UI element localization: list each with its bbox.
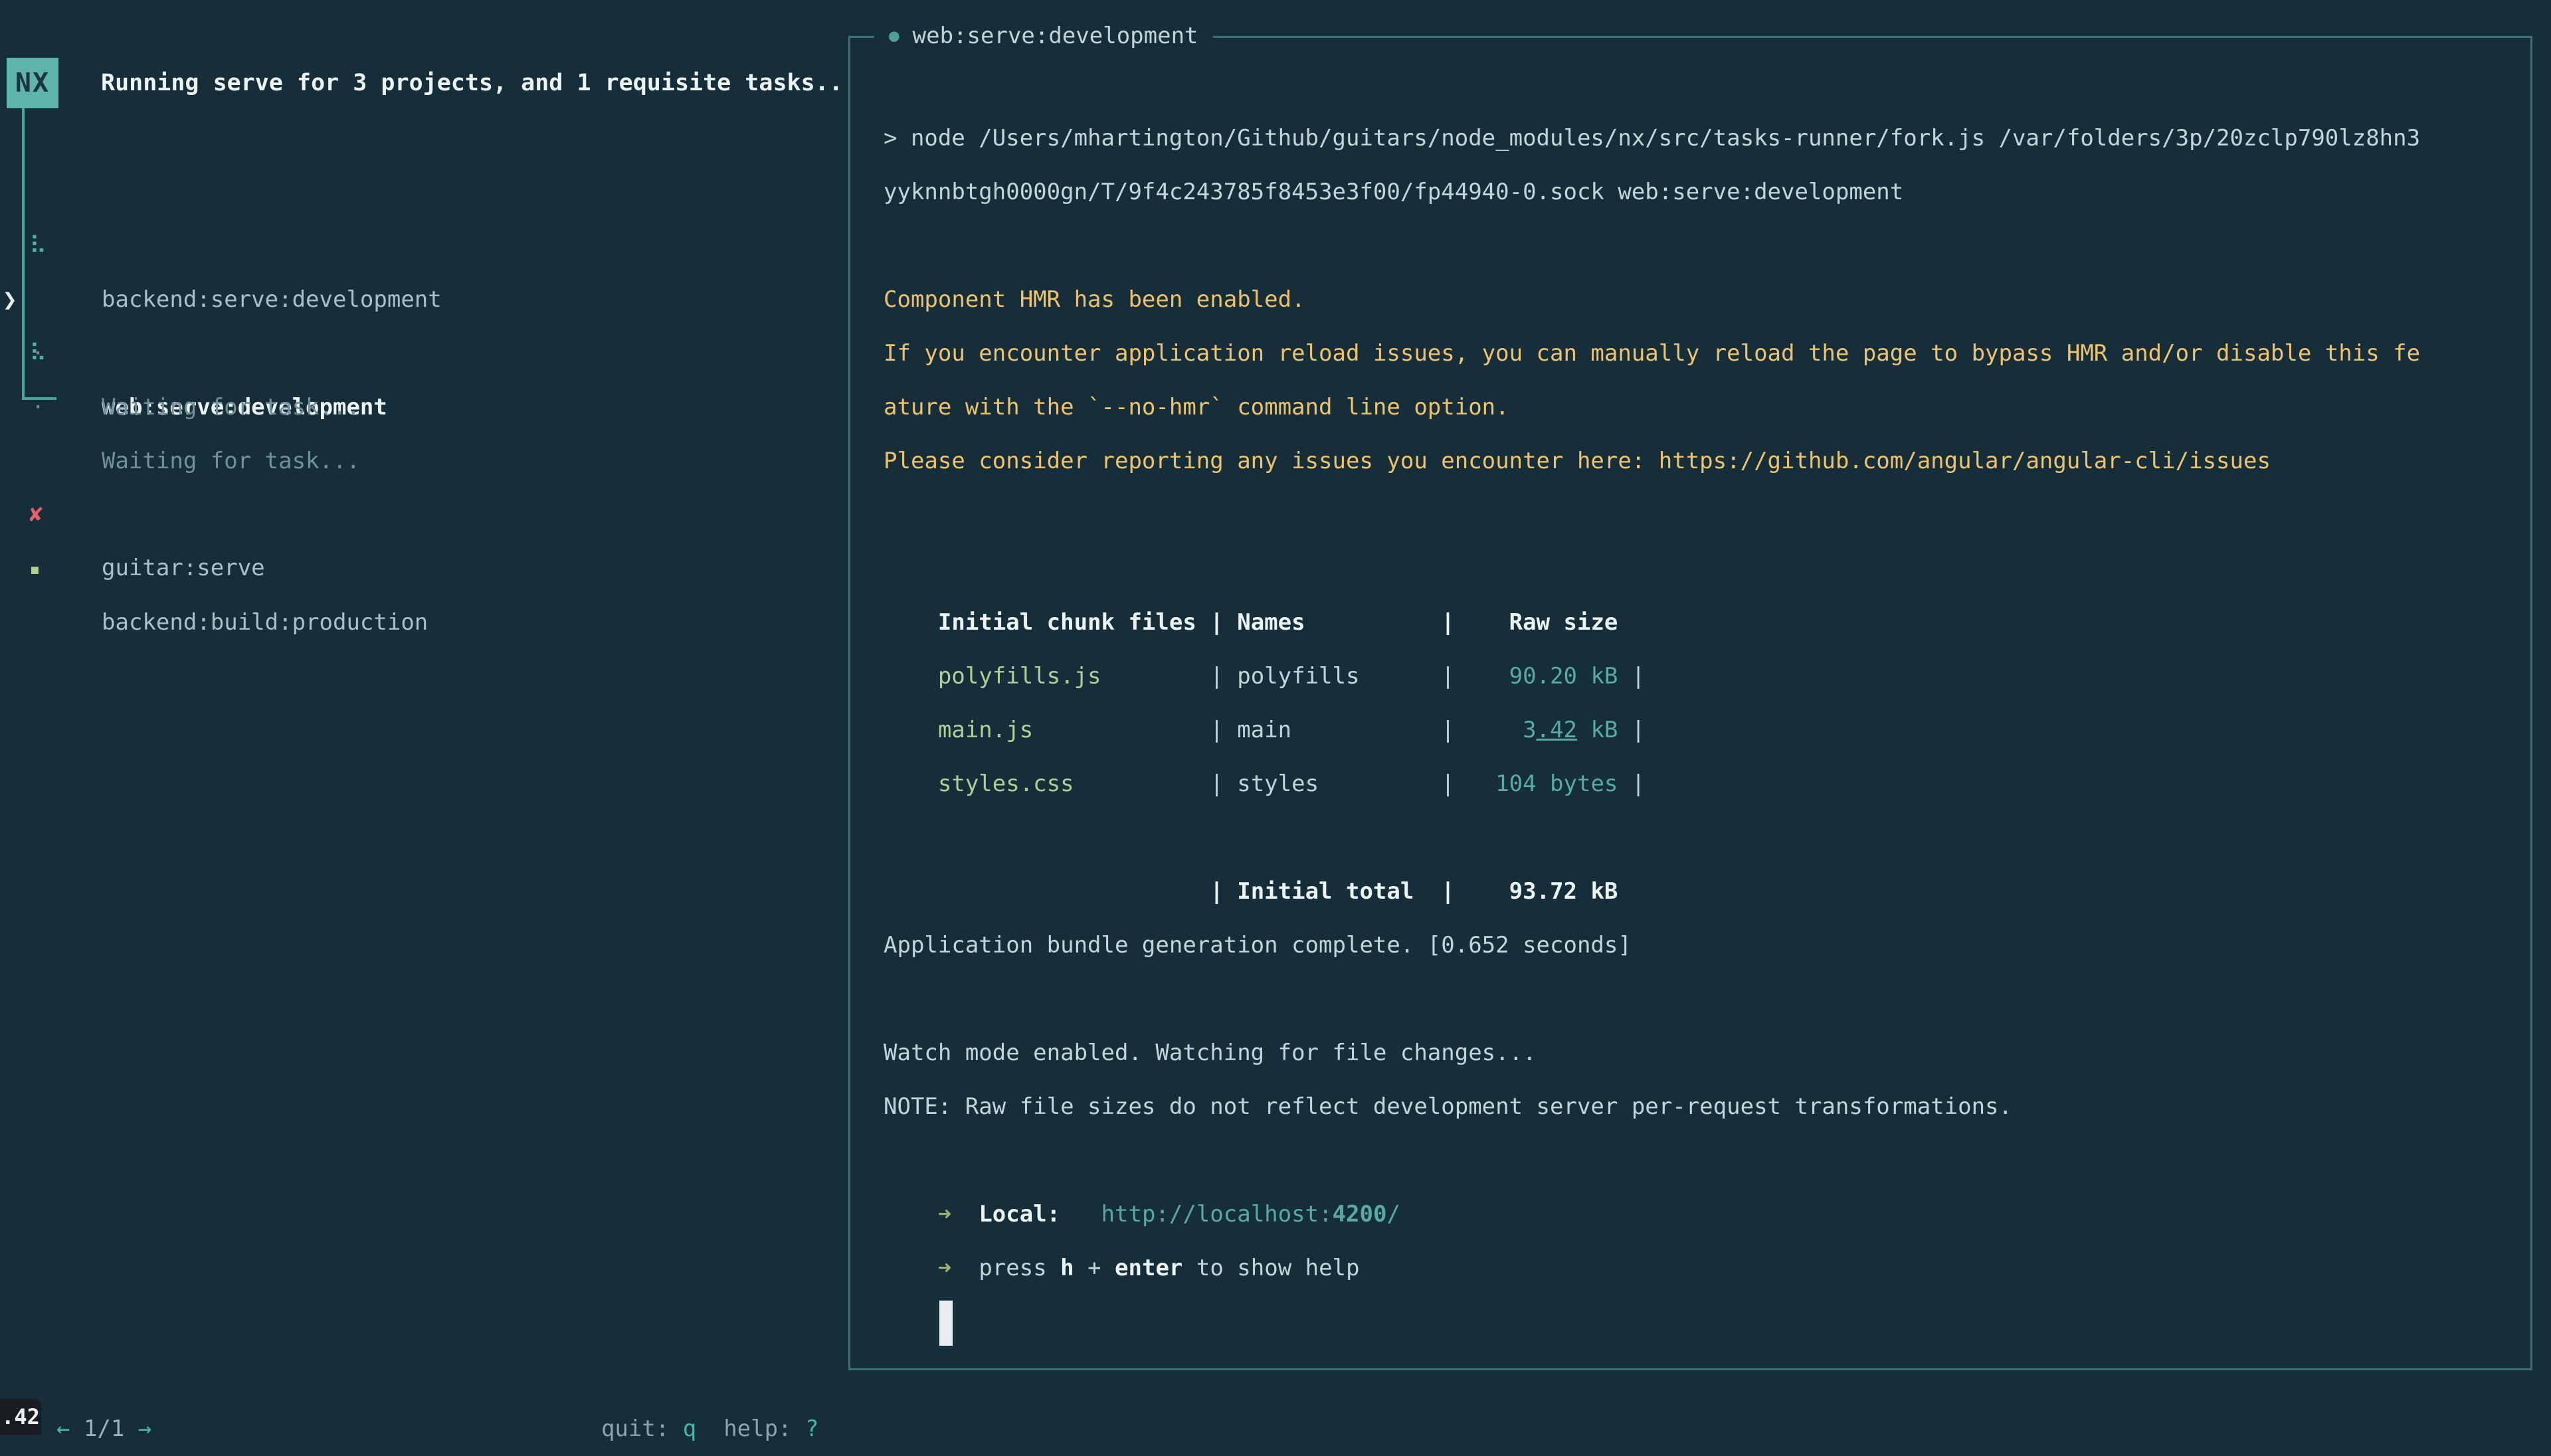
task-row-web-serve-selected[interactable]: ❯ ⠧ web:serve:development bbox=[0, 219, 844, 273]
chunk-name: polyfills bbox=[1224, 650, 1442, 703]
table-pipe: | bbox=[1210, 717, 1223, 743]
chunk-name: styles bbox=[1224, 757, 1442, 811]
url-suffix: / bbox=[1386, 1201, 1400, 1228]
task-row-waiting-1[interactable]: · Waiting for task... bbox=[0, 273, 844, 327]
page-prev-icon: ← bbox=[56, 1415, 70, 1442]
terminal-line-command-1: > node /Users/mhartington/Github/guitars… bbox=[884, 112, 2511, 165]
table-pipe: | bbox=[1632, 663, 1645, 689]
local-label: Local: bbox=[951, 1201, 1101, 1228]
table-pipe: | bbox=[1441, 878, 1454, 905]
terminal-line-bundle-complete: Application bundle generation complete. … bbox=[884, 919, 2511, 972]
nx-logo-badge: NX bbox=[7, 58, 58, 108]
url-port: 4200 bbox=[1333, 1201, 1387, 1228]
running-dot-icon: ● bbox=[889, 26, 899, 46]
chunk-table-total-row: |Initial total|93.72 kB bbox=[884, 811, 2511, 865]
terminal-line-note: NOTE: Raw file sizes do not reflect deve… bbox=[884, 1080, 2511, 1134]
task-label: guitar:serve bbox=[102, 541, 265, 595]
table-pipe: | bbox=[1632, 771, 1645, 797]
page-title: Running serve for 3 projects, and 1 requ… bbox=[101, 58, 843, 108]
blank-line bbox=[884, 219, 2511, 273]
terminal-line-hmr-3: ature with the `--no-hmr` command line o… bbox=[884, 381, 2511, 434]
chunk-size-unit: kB bbox=[1577, 717, 1618, 743]
keyboard-hints: quit: q help: ? bbox=[574, 1348, 819, 1402]
help-sep: + bbox=[1074, 1255, 1115, 1281]
arrow-icon: ➜ bbox=[938, 1255, 951, 1281]
table-pipe: | bbox=[1210, 878, 1223, 905]
blank-line bbox=[884, 972, 2511, 1026]
table-pipe: | bbox=[1441, 717, 1454, 743]
localhost-link[interactable]: http://localhost:4200/ bbox=[1101, 1201, 1400, 1228]
col-header-names: Names bbox=[1224, 596, 1442, 650]
col-header-files: Initial chunk files bbox=[938, 596, 1210, 650]
success-square-icon: ▪ bbox=[29, 542, 41, 596]
chunk-file: styles.css bbox=[938, 757, 1210, 811]
col-header-rawsize: Raw size bbox=[1455, 596, 1618, 650]
total-label: Initial total bbox=[1224, 865, 1442, 919]
table-pipe: | bbox=[1210, 771, 1223, 797]
pending-dot-icon: · bbox=[32, 381, 44, 434]
table-pipe: | bbox=[1210, 609, 1223, 636]
block-cursor bbox=[939, 1301, 953, 1346]
task-row-backend-build[interactable]: ▪ backend:build:production bbox=[0, 488, 844, 542]
table-pipe: | bbox=[1210, 663, 1223, 689]
url-prefix: http://localhost: bbox=[1101, 1201, 1333, 1228]
table-pipe: | bbox=[1441, 771, 1454, 797]
task-row-waiting-2[interactable]: · Waiting for task... bbox=[0, 327, 844, 381]
terminal-line-watch-mode: Watch mode enabled. Watching for file ch… bbox=[884, 1026, 2511, 1080]
help-key: ? bbox=[805, 1415, 818, 1442]
table-pipe: | bbox=[1441, 609, 1454, 636]
task-label: Waiting for task... bbox=[102, 381, 360, 434]
chunk-size-underlined: .42 bbox=[1537, 717, 1577, 743]
chunk-name: main bbox=[1224, 703, 1442, 757]
task-row-backend-serve[interactable]: ⠧ backend:serve:development bbox=[0, 165, 844, 219]
page-next-icon: → bbox=[138, 1415, 151, 1442]
terminal-line-local-url: ➜ Local: http://localhost:4200/ bbox=[884, 1134, 2511, 1188]
terminal-line-command-2: yyknnbtgh0000gn/T/9f4c243785f8453e3f00/f… bbox=[884, 165, 2511, 219]
chunk-size: 104 bytes bbox=[1495, 771, 1618, 797]
task-label: backend:build:production bbox=[102, 596, 428, 650]
total-size: 93.72 kB bbox=[1455, 865, 1618, 919]
page-indicator: 1/1 bbox=[70, 1415, 138, 1442]
help-pre: press bbox=[951, 1255, 1060, 1281]
terminal-output: > node /Users/mhartington/Github/guitars… bbox=[884, 112, 2511, 1295]
chunk-size: 3 bbox=[1523, 717, 1536, 743]
chunk-table-header: Initial chunk files|Names|Raw size bbox=[884, 542, 2511, 596]
chunk-file: main.js bbox=[938, 703, 1210, 757]
pagination[interactable]: ← 1/1 → bbox=[29, 1348, 151, 1402]
chunk-size: 90.20 kB bbox=[1509, 663, 1618, 689]
terminal-line-hmr-4: Please consider reporting any issues you… bbox=[884, 434, 2511, 488]
terminal-line-hmr-2: If you encounter application reload issu… bbox=[884, 327, 2511, 381]
table-pipe: | bbox=[1632, 717, 1645, 743]
table-pipe: | bbox=[1441, 663, 1454, 689]
task-row-guitar-serve[interactable]: ✘ guitar:serve bbox=[0, 434, 844, 488]
help-key-enter: enter bbox=[1115, 1255, 1182, 1281]
blank-line bbox=[884, 488, 2511, 542]
chunk-file: polyfills.js bbox=[938, 650, 1210, 703]
terminal-line-hmr-1: Component HMR has been enabled. bbox=[884, 273, 2511, 327]
arrow-icon: ➜ bbox=[938, 1201, 951, 1228]
panel-title-text: web:serve:development bbox=[913, 23, 1198, 49]
quit-key: q bbox=[683, 1415, 696, 1442]
help-hint-label: help: bbox=[696, 1415, 805, 1442]
overlay-badge: .42 bbox=[0, 1399, 41, 1435]
panel-title-bar: ● web:serve:development bbox=[874, 19, 1213, 53]
quit-hint-label: quit: bbox=[601, 1415, 683, 1442]
help-key-h: h bbox=[1060, 1255, 1074, 1281]
help-post: to show help bbox=[1182, 1255, 1359, 1281]
